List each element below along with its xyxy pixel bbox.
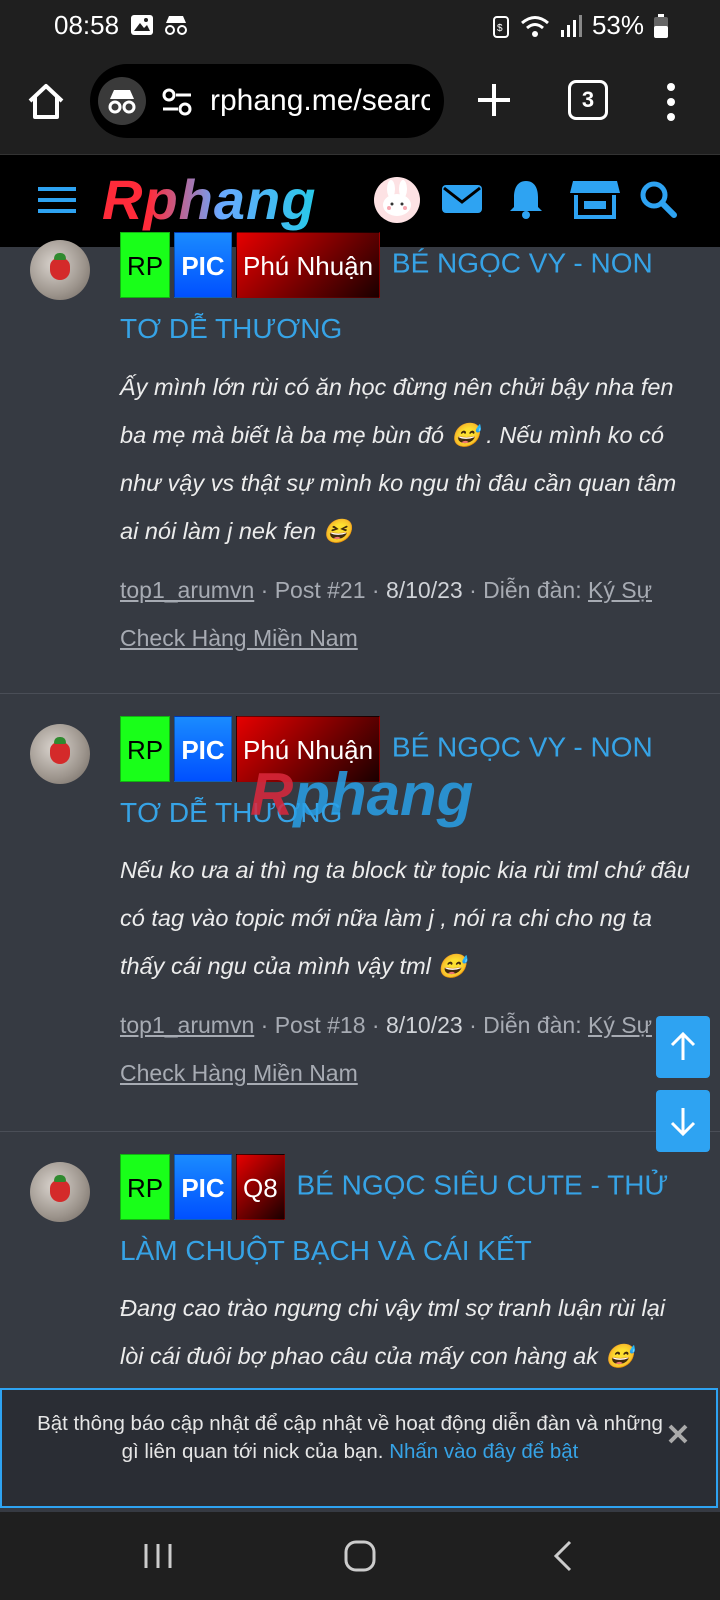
post-excerpt: Ấy mình lớn rùi có ăn học đừng nên chửi … [120,374,677,544]
back-icon[interactable] [544,1536,584,1576]
leaf-icon [54,1175,66,1182]
site-logo[interactable]: Rphang [102,167,316,232]
post-number: Post #21 [274,577,366,603]
search-result: RP PIC Q8 BÉ NGỌC SIÊU CUTE - THỬ LÀM CHUỘ… [0,1132,720,1392]
home-nav-icon[interactable] [340,1536,380,1576]
status-icons [130,14,190,36]
enable-notifications-link[interactable]: Nhấn vào đây để bật [389,1440,578,1463]
strawberry-icon [50,742,70,764]
new-tab-icon[interactable] [474,80,514,120]
banner-text: Bật thông báo cập nhật để cập nhật về ho… [30,1410,670,1466]
site-settings-icon[interactable] [162,88,192,116]
clock: 08:58 [54,10,120,40]
prefix-badge-pic[interactable]: PIC [174,716,232,782]
image-icon [131,15,153,35]
result-title[interactable]: RP PIC Q8 BÉ NGỌC SIÊU CUTE - THỬ LÀM CHUỘ… [120,1154,700,1282]
author-avatar[interactable] [30,724,90,784]
post-excerpt: Đang cao trào ngưng chi vậy tml sợ tranh… [120,1295,666,1369]
bunny-avatar-icon [383,180,411,216]
user-avatar[interactable] [374,177,420,223]
more-options-icon[interactable] [664,80,678,124]
scroll-top-button[interactable] [656,1016,710,1078]
post-meta: top1_arumvn · Post #21 · 8/10/23 · Diễn … [120,577,652,651]
url-text: rphang.me/search [210,84,430,117]
battery-saver-icon: $ [492,15,509,38]
store-icon[interactable] [568,177,622,221]
signal-icon [560,14,582,37]
scroll-bottom-button[interactable] [656,1090,710,1152]
leaf-icon [54,253,66,260]
home-icon[interactable] [24,80,68,124]
author-avatar[interactable] [30,1162,90,1222]
incognito-icon [108,90,136,114]
forum-label: Diễn đàn: [483,577,582,603]
prefix-badge-pic[interactable]: PIC [174,1154,232,1220]
push-notification-banner: Bật thông báo cập nhật để cập nhật về ho… [0,1388,718,1508]
prefix-badge-rp[interactable]: RP [120,1154,170,1220]
tab-switcher-button[interactable]: 3 [568,80,608,120]
browser-toolbar: rphang.me/search 3 [0,50,720,154]
post-date: 8/10/23 [385,577,463,603]
arrow-down-icon [670,1108,696,1137]
incognito-icon [165,16,187,35]
prefix-badge-location[interactable]: Phú Nhuận [236,232,381,298]
status-right: $ 53% [492,10,668,41]
forum-label: Diễn đàn: [483,1012,582,1038]
author-avatar[interactable] [30,240,90,300]
post-number: Post #18 [274,1012,366,1038]
svg-text:$: $ [497,23,503,34]
system-nav-bar [0,1512,720,1600]
search-result: RP PIC Phú Nhuận BÉ NGỌC VY - NON TƠ DỄ TH… [0,232,720,694]
prefix-badge-pic[interactable]: PIC [174,232,232,298]
post-date: 8/10/23 [385,1012,463,1038]
recent-apps-icon[interactable] [138,1536,178,1576]
prefix-badge-rp[interactable]: RP [120,716,170,782]
author-link[interactable]: top1_arumvn [120,577,254,603]
search-icon[interactable] [636,177,680,221]
battery-icon [654,13,668,38]
prefix-badge-location[interactable]: Q8 [236,1154,285,1220]
status-bar: 08:58 $ 53% [0,0,720,50]
watermark-rest: phang [293,761,474,828]
address-bar[interactable]: rphang.me/search [90,64,444,138]
result-title[interactable]: RP PIC Phú Nhuận BÉ NGỌC VY - NON TƠ DỄ TH… [120,232,700,360]
bell-icon[interactable] [504,177,548,221]
arrow-up-icon [670,1031,696,1060]
wifi-icon [520,15,549,37]
menu-icon[interactable] [38,185,76,215]
incognito-badge [98,77,146,125]
author-link[interactable]: top1_arumvn [120,1012,254,1038]
prefix-badge-rp[interactable]: RP [120,232,170,298]
strawberry-icon [50,258,70,280]
close-icon[interactable] [666,1422,690,1446]
post-excerpt: Nếu ko ưa ai thì ng ta block từ topic ki… [120,857,690,979]
battery-percent: 53% [591,10,644,40]
strawberry-icon [50,1180,70,1202]
watermark-r: R [250,761,294,828]
inbox-icon[interactable] [440,177,484,221]
site-watermark: Rphang [250,760,473,829]
leaf-icon [54,737,66,744]
post-meta: top1_arumvn · Post #18 · 8/10/23 · Diễn … [120,1012,652,1086]
